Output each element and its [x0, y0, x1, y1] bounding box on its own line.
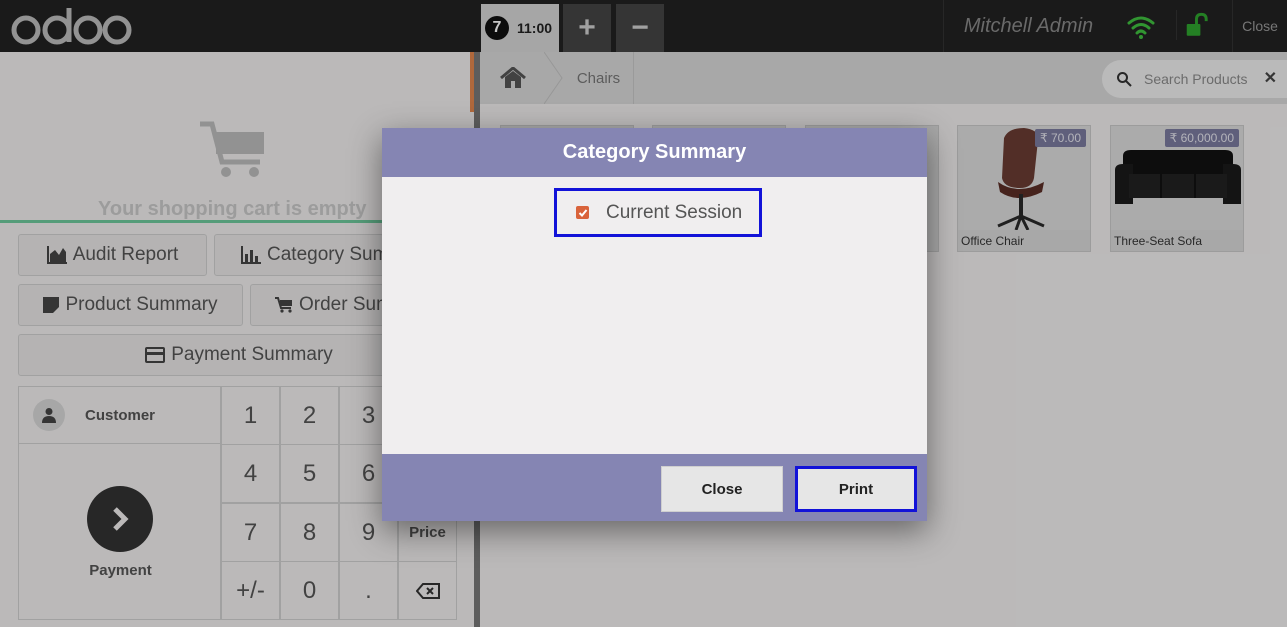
- dialog-print-button[interactable]: Print: [795, 466, 917, 512]
- dialog-title: Category Summary: [382, 128, 927, 177]
- dialog-body: Current Session: [382, 177, 927, 454]
- current-session-option[interactable]: Current Session: [554, 188, 762, 237]
- dialog-close-button[interactable]: Close: [661, 466, 783, 512]
- current-session-label: Current Session: [606, 201, 743, 223]
- dialog-footer: Close Print: [382, 454, 927, 521]
- checkbox-checked-icon[interactable]: [576, 206, 589, 219]
- category-summary-dialog: Category Summary Current Session Close P…: [382, 128, 927, 521]
